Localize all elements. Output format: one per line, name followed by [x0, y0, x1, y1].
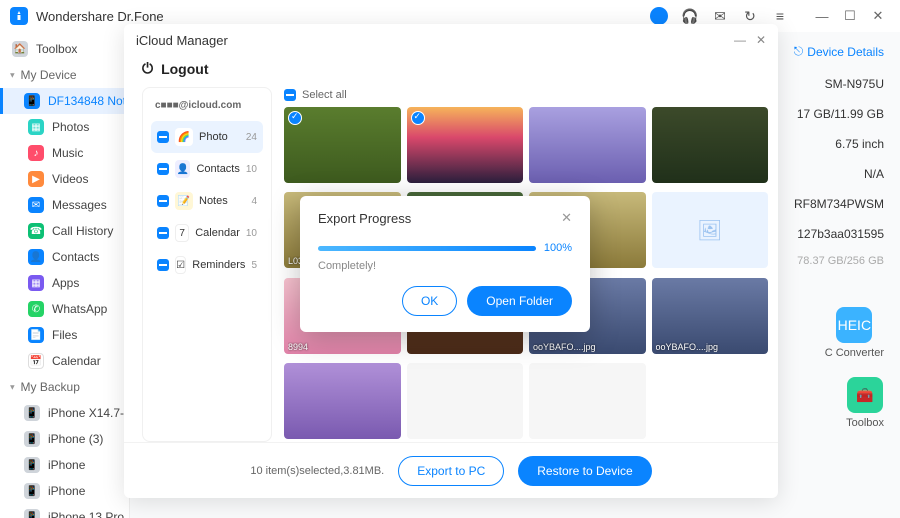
- sidebar-my-device[interactable]: My Device: [0, 62, 129, 88]
- sidebar-backup-0[interactable]: 📱iPhone X14.7-...: [0, 400, 129, 426]
- account-icon[interactable]: [650, 7, 668, 25]
- sidebar-messages[interactable]: ✉Messages: [0, 192, 129, 218]
- checkbox-minus-icon[interactable]: [157, 259, 169, 271]
- check-icon: [411, 111, 425, 125]
- check-icon: [288, 111, 302, 125]
- mail-icon[interactable]: ✉: [712, 8, 728, 24]
- sidebar-music[interactable]: ♪Music: [0, 140, 129, 166]
- thumb[interactable]: [529, 107, 646, 183]
- tool-heic-converter[interactable]: HEICC Converter: [825, 307, 884, 359]
- overlay-title: iCloud Manager: [136, 33, 228, 48]
- export-to-pc-button[interactable]: Export to PC: [398, 456, 504, 486]
- checkbox-minus-icon[interactable]: [284, 89, 296, 101]
- category-reminders[interactable]: ☑Reminders5: [151, 249, 263, 281]
- account-email: c■■■@icloud.com: [151, 98, 263, 121]
- sidebar-backup-1[interactable]: 📱iPhone (3): [0, 426, 129, 452]
- category-calendar[interactable]: 7Calendar10: [151, 217, 263, 249]
- modal-title: Export Progress: [318, 211, 411, 226]
- checkbox-minus-icon[interactable]: [157, 163, 169, 175]
- category-contacts[interactable]: 👤Contacts10: [151, 153, 263, 185]
- modal-message: Completely!: [318, 260, 572, 272]
- thumb[interactable]: [407, 363, 524, 439]
- sidebar-toolbox[interactable]: 🏠Toolbox: [0, 36, 129, 62]
- image-icon: 🖼: [697, 218, 722, 243]
- overlay-close[interactable]: ✕: [756, 33, 766, 47]
- logout-button[interactable]: ⏻ Logout: [124, 56, 778, 87]
- export-progress-modal: Export Progress ✕ 100% Completely! OK Ope…: [300, 196, 590, 332]
- sidebar-files[interactable]: 📄Files: [0, 322, 129, 348]
- sidebar-contacts[interactable]: 👤Contacts: [0, 244, 129, 270]
- thumb[interactable]: [284, 107, 401, 183]
- sidebar-whatsapp[interactable]: ✆WhatsApp: [0, 296, 129, 322]
- overlay-minimize[interactable]: —: [734, 33, 746, 47]
- headset-icon[interactable]: 🎧: [682, 8, 698, 24]
- thumb[interactable]: [407, 107, 524, 183]
- sidebar-apps[interactable]: ▦Apps: [0, 270, 129, 296]
- sidebar-backup-4[interactable]: 📱iPhone 13 Pro: [0, 504, 129, 518]
- menu-icon[interactable]: ≡: [772, 8, 788, 24]
- tool-toolbox[interactable]: 🧰Toolbox: [846, 377, 884, 429]
- sidebar-videos[interactable]: ▶Videos: [0, 166, 129, 192]
- open-folder-button[interactable]: Open Folder: [467, 286, 572, 316]
- sidebar-device[interactable]: 📱DF134848 Note: [0, 88, 129, 114]
- power-icon: ⏻: [142, 60, 153, 77]
- sidebar-calendar[interactable]: 📅Calendar: [0, 348, 129, 374]
- sidebar-device-label: DF134848 Note: [48, 94, 130, 108]
- thumb[interactable]: ooYBAFO....jpg: [652, 278, 769, 354]
- category-panel: c■■■@icloud.com 🌈Photo24 👤Contacts10 📝No…: [142, 87, 272, 442]
- sidebar: 🏠Toolbox My Device 📱DF134848 Note ▦Photo…: [0, 32, 130, 518]
- select-all[interactable]: Select all: [284, 87, 768, 107]
- app-title: Wondershare Dr.Fone: [36, 9, 164, 24]
- sidebar-backup-2[interactable]: 📱iPhone: [0, 452, 129, 478]
- thumb[interactable]: [529, 363, 646, 439]
- minimize-button[interactable]: —: [810, 4, 834, 28]
- checkbox-minus-icon[interactable]: [157, 195, 169, 207]
- thumb-placeholder[interactable]: 🖼: [652, 192, 769, 268]
- modal-close-button[interactable]: ✕: [561, 210, 572, 226]
- sidebar-photos[interactable]: ▦Photos: [0, 114, 129, 140]
- progress-percent: 100%: [544, 242, 572, 254]
- category-photo[interactable]: 🌈Photo24: [151, 121, 263, 153]
- thumb[interactable]: [652, 107, 769, 183]
- overlay-footer: 10 item(s)selected,3.81MB. Export to PC …: [124, 442, 778, 498]
- restore-to-device-button[interactable]: Restore to Device: [518, 456, 651, 486]
- category-notes[interactable]: 📝Notes4: [151, 185, 263, 217]
- checkbox-minus-icon[interactable]: [157, 131, 169, 143]
- maximize-button[interactable]: ☐: [838, 4, 862, 28]
- heic-icon: HEIC: [836, 307, 872, 343]
- close-button[interactable]: ✕: [866, 4, 890, 28]
- toolbox-icon: 🧰: [847, 377, 883, 413]
- progress-bar: [318, 246, 536, 251]
- sidebar-toolbox-label: Toolbox: [36, 42, 77, 56]
- sidebar-my-backup[interactable]: My Backup: [0, 374, 129, 400]
- history-icon[interactable]: ↻: [742, 8, 758, 24]
- thumb[interactable]: [284, 363, 401, 439]
- app-logo: [10, 7, 28, 25]
- overlay-titlebar: iCloud Manager — ✕: [124, 24, 778, 56]
- selection-info: 10 item(s)selected,3.81MB.: [250, 465, 384, 477]
- ok-button[interactable]: OK: [402, 286, 457, 316]
- sidebar-backup-3[interactable]: 📱iPhone: [0, 478, 129, 504]
- sidebar-callhistory[interactable]: ☎Call History: [0, 218, 129, 244]
- checkbox-minus-icon[interactable]: [157, 227, 169, 239]
